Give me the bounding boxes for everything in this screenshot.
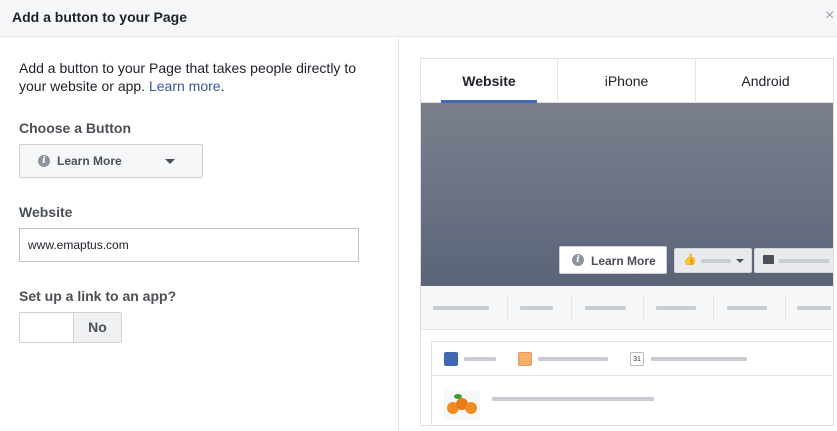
pencil-icon: [444, 352, 458, 366]
selected-button-label: Learn More: [57, 154, 122, 168]
tab-android[interactable]: Android: [696, 59, 833, 103]
close-icon[interactable]: ×: [825, 8, 837, 24]
divider: [643, 296, 644, 320]
info-icon: i: [572, 254, 584, 266]
intro-suffix: .: [220, 78, 225, 94]
website-input[interactable]: [19, 228, 359, 262]
like-button-placeholder: 👍: [674, 248, 752, 273]
avatar: [444, 390, 480, 420]
learn-more-link[interactable]: Learn more: [149, 78, 221, 94]
page-nav-placeholder: [421, 286, 833, 330]
placeholder-line: [433, 306, 489, 310]
chat-bubble-icon: [763, 255, 774, 264]
placeholder-line: [656, 306, 696, 310]
calendar-icon: 31: [630, 352, 644, 366]
composer-placeholder: 31: [431, 341, 833, 425]
info-icon: i: [38, 155, 50, 167]
dialog-header: Add a button to your Page ×: [0, 0, 837, 37]
chevron-down-icon: [736, 259, 744, 263]
composer-actions: 31: [432, 342, 833, 376]
divider: [507, 296, 508, 320]
app-link-toggle[interactable]: No: [19, 312, 122, 343]
cover-photo: i Learn More 👍: [421, 103, 833, 286]
placeholder-line: [492, 397, 654, 401]
placeholder-line: [538, 357, 608, 361]
placeholder-line: [779, 259, 829, 263]
divider: [571, 296, 572, 320]
photo-icon: [518, 352, 532, 366]
page-preview: Website iPhone Android i Learn More 👍 31: [420, 58, 834, 426]
tab-website[interactable]: Website: [421, 59, 558, 103]
settings-pane: Add a button to your Page that takes peo…: [0, 38, 398, 431]
dialog-title: Add a button to your Page: [12, 9, 187, 25]
placeholder-line: [727, 306, 767, 310]
fruit-graphic: [465, 402, 477, 414]
toggle-track: [20, 313, 73, 342]
tab-iphone[interactable]: iPhone: [558, 59, 696, 103]
placeholder-line: [701, 259, 731, 263]
app-link-label: Set up a link to an app?: [19, 288, 177, 304]
divider: [713, 296, 714, 320]
preview-tabs: Website iPhone Android: [421, 59, 833, 103]
preview-pane: Website iPhone Android i Learn More 👍 31: [398, 38, 837, 431]
intro-text: Add a button to your Page that takes peo…: [19, 59, 369, 95]
website-label: Website: [19, 204, 73, 220]
placeholder-line: [464, 357, 496, 361]
thumbs-up-icon: 👍: [683, 254, 697, 266]
placeholder-line: [797, 306, 831, 310]
chevron-down-icon: [165, 159, 175, 164]
placeholder-line: [520, 306, 553, 310]
divider: [785, 296, 786, 320]
choose-button-label: Choose a Button: [19, 120, 131, 136]
cover-button-label: Learn More: [591, 254, 656, 268]
toggle-state-label: No: [73, 313, 121, 342]
placeholder-line: [651, 357, 747, 361]
button-type-select[interactable]: i Learn More: [19, 144, 203, 178]
message-button-placeholder: [754, 248, 833, 273]
cover-learn-more-button[interactable]: i Learn More: [559, 246, 667, 274]
placeholder-line: [585, 306, 626, 310]
leaf-graphic: [454, 394, 462, 399]
